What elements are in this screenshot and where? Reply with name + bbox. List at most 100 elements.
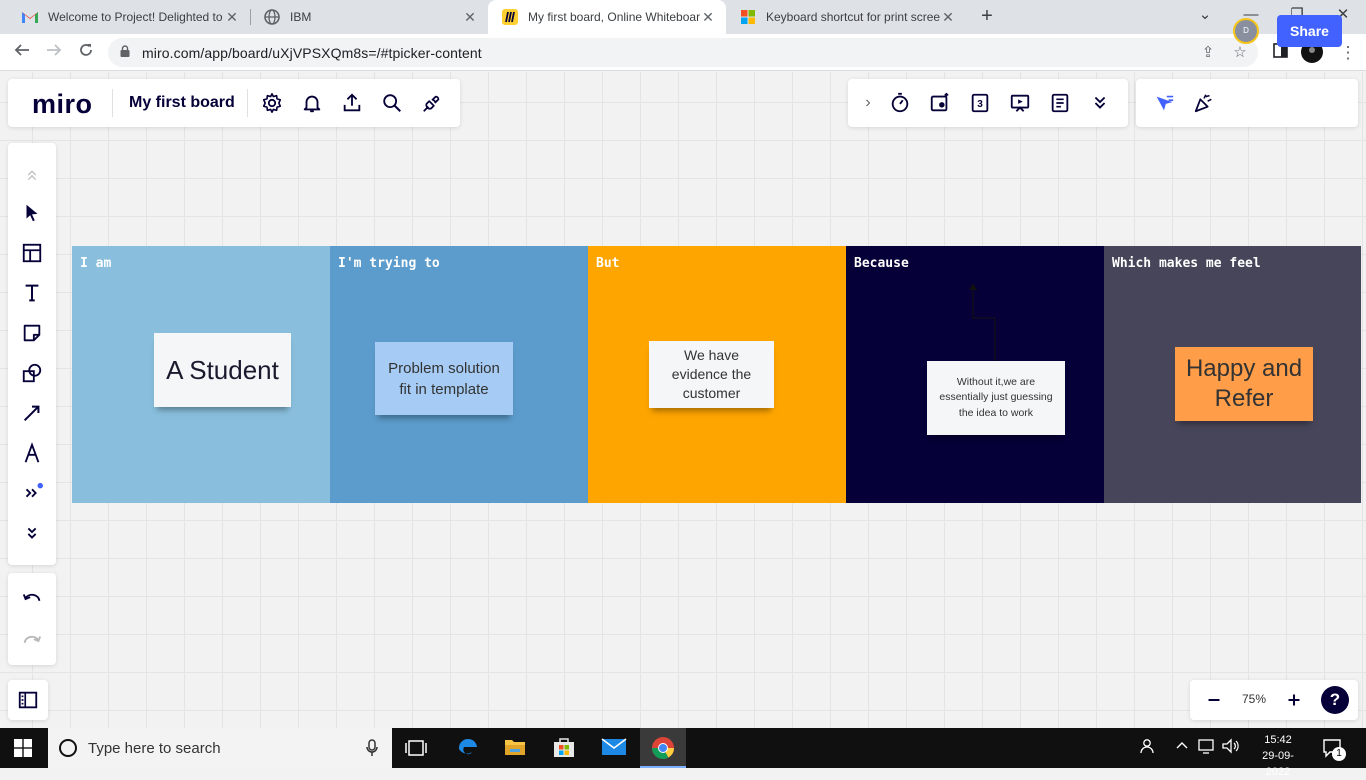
tab-ibm[interactable]: IBM ✕ — [250, 0, 488, 34]
share-page-icon[interactable]: ⇪ — [1198, 43, 1218, 63]
taskbar-search-input[interactable]: Type here to search — [48, 728, 392, 768]
chrome-icon — [652, 737, 674, 759]
close-tab-icon[interactable]: ✕ — [700, 9, 716, 26]
reload-icon — [80, 44, 92, 56]
collapse-chevron-up-icon[interactable] — [20, 163, 44, 187]
left-toolbar — [8, 143, 56, 565]
microsoft-icon — [740, 9, 756, 25]
frame-because[interactable]: Because Without it,we are essentially ju… — [846, 246, 1104, 503]
frames-panel-button[interactable] — [8, 680, 48, 720]
celebration-icon[interactable] — [1192, 91, 1216, 115]
close-tab-icon[interactable]: ✕ — [462, 9, 478, 26]
connection-line-icon[interactable] — [20, 401, 44, 425]
notification-count-badge: 1 — [1332, 747, 1346, 761]
forward-arrow-icon — [47, 44, 62, 56]
undo-icon[interactable] — [20, 587, 44, 611]
upload-icon[interactable] — [340, 91, 364, 115]
clock-date: 29-09-2022 — [1262, 750, 1294, 778]
text-tool-icon[interactable] — [20, 281, 44, 305]
share-button[interactable]: Share — [1277, 15, 1342, 47]
connector-arrow-icon[interactable] — [966, 280, 1006, 362]
collaboration-tools-panel: › 3 — [848, 79, 1128, 127]
clock-time: 15:42 — [1264, 734, 1292, 746]
sticky-note[interactable]: Happy and Refer — [1175, 347, 1313, 421]
countdown-icon[interactable]: 3 — [968, 91, 992, 115]
windows-taskbar: Type here to search 15:42 29-09-2022 1 — [0, 728, 1366, 778]
tab-keyboard-shortcut[interactable]: Keyboard shortcut for print scree ✕ — [726, 0, 966, 34]
system-clock[interactable]: 15:42 29-09-2022 — [1250, 732, 1306, 780]
notification-center-icon[interactable]: 1 — [1322, 737, 1346, 764]
voting-icon[interactable] — [928, 91, 952, 115]
frame-title: But — [596, 256, 620, 271]
more-apps-icon[interactable] — [20, 481, 44, 505]
frame-which-makes-me-feel[interactable]: Which makes me feel Happy and Refer — [1104, 246, 1361, 503]
file-explorer-icon[interactable] — [504, 737, 526, 762]
tab-gmail[interactable]: Welcome to Project! Delighted to ✕ — [8, 0, 250, 34]
close-tab-icon[interactable]: ✕ — [940, 9, 956, 26]
tab-title: My first board, Online Whiteboar — [528, 10, 700, 24]
presentation-icon[interactable] — [1008, 91, 1032, 115]
divider — [247, 89, 248, 117]
more-tools-chevron-icon[interactable] — [1088, 91, 1112, 115]
back-button[interactable] — [10, 41, 34, 65]
mail-icon[interactable] — [601, 737, 627, 762]
url-field[interactable]: miro.com/app/board/uXjVPSXQm8s=/#tpicker… — [108, 38, 1258, 67]
windows-start-icon[interactable] — [14, 739, 32, 762]
url-text: miro.com/app/board/uXjVPSXQm8s=/#tpicker… — [142, 45, 482, 61]
pen-icon[interactable] — [20, 441, 44, 465]
avatar[interactable]: D — [1233, 18, 1259, 44]
notes-icon[interactable] — [1048, 91, 1072, 115]
lock-icon — [120, 45, 130, 57]
miro-logo[interactable]: miro — [32, 89, 93, 120]
sticky-note[interactable]: Problem solution fit in template — [375, 342, 513, 415]
timer-icon[interactable] — [888, 91, 912, 115]
plug-icon[interactable] — [420, 91, 444, 115]
forward-button[interactable] — [42, 41, 66, 65]
expand-chevron-down-icon[interactable] — [20, 521, 44, 545]
select-cursor-icon[interactable] — [20, 201, 44, 225]
tab-title: IBM — [290, 10, 312, 24]
address-bar: miro.com/app/board/uXjVPSXQm8s=/#tpicker… — [0, 34, 1366, 71]
tab-miro[interactable]: My first board, Online Whiteboar ✕ — [488, 0, 726, 34]
browser-tab-bar: Welcome to Project! Delighted to ✕ IBM ✕… — [0, 0, 1366, 34]
zoom-out-button[interactable] — [1202, 688, 1226, 712]
microsoft-store-icon[interactable] — [553, 736, 575, 763]
frame-i-am[interactable]: I am A Student — [72, 246, 330, 503]
reload-button[interactable] — [74, 41, 98, 65]
frame-title: Because — [854, 256, 909, 271]
gear-icon[interactable] — [260, 91, 284, 115]
help-button[interactable]: ? — [1321, 686, 1349, 714]
chrome-taskbar-button[interactable] — [640, 728, 686, 768]
bell-icon[interactable] — [300, 91, 324, 115]
cursor-follow-icon[interactable] — [1152, 91, 1176, 115]
frame-im-trying-to[interactable]: I'm trying to Problem solution fit in te… — [330, 246, 588, 503]
show-hidden-icons-chevron-icon[interactable] — [1175, 738, 1189, 757]
templates-icon[interactable] — [20, 241, 44, 265]
microphone-icon[interactable] — [366, 739, 378, 757]
close-tab-icon[interactable]: ✕ — [224, 9, 240, 26]
chevron-right-icon[interactable]: › — [856, 91, 880, 115]
tab-title: Keyboard shortcut for print scree — [766, 10, 940, 24]
search-icon[interactable] — [380, 91, 404, 115]
svg-text:3: 3 — [977, 99, 983, 110]
search-icon — [59, 739, 77, 757]
sticky-note[interactable]: We have evidence the customer — [649, 341, 774, 408]
redo-icon[interactable] — [20, 629, 44, 653]
zoom-in-button[interactable] — [1282, 688, 1306, 712]
frames-list-icon — [16, 688, 40, 712]
people-icon[interactable] — [1140, 738, 1156, 757]
network-icon[interactable] — [1198, 738, 1216, 757]
sticky-note-icon[interactable] — [20, 321, 44, 345]
bookmark-star-icon[interactable]: ☆ — [1230, 43, 1250, 63]
board-title[interactable]: My first board — [129, 94, 235, 112]
tab-search-chevron-icon[interactable]: ⌄ — [1182, 0, 1228, 32]
zoom-level[interactable]: 75% — [1242, 692, 1266, 706]
new-tab-button[interactable]: + — [976, 5, 998, 27]
sticky-note[interactable]: A Student — [154, 333, 291, 407]
sticky-note[interactable]: Without it,we are essentially just guess… — [927, 361, 1065, 435]
edge-browser-icon[interactable] — [456, 736, 480, 765]
volume-icon[interactable] — [1222, 738, 1240, 757]
shapes-icon[interactable] — [20, 361, 44, 385]
task-view-icon[interactable] — [405, 738, 427, 763]
frame-but[interactable]: But We have evidence the customer — [588, 246, 846, 503]
